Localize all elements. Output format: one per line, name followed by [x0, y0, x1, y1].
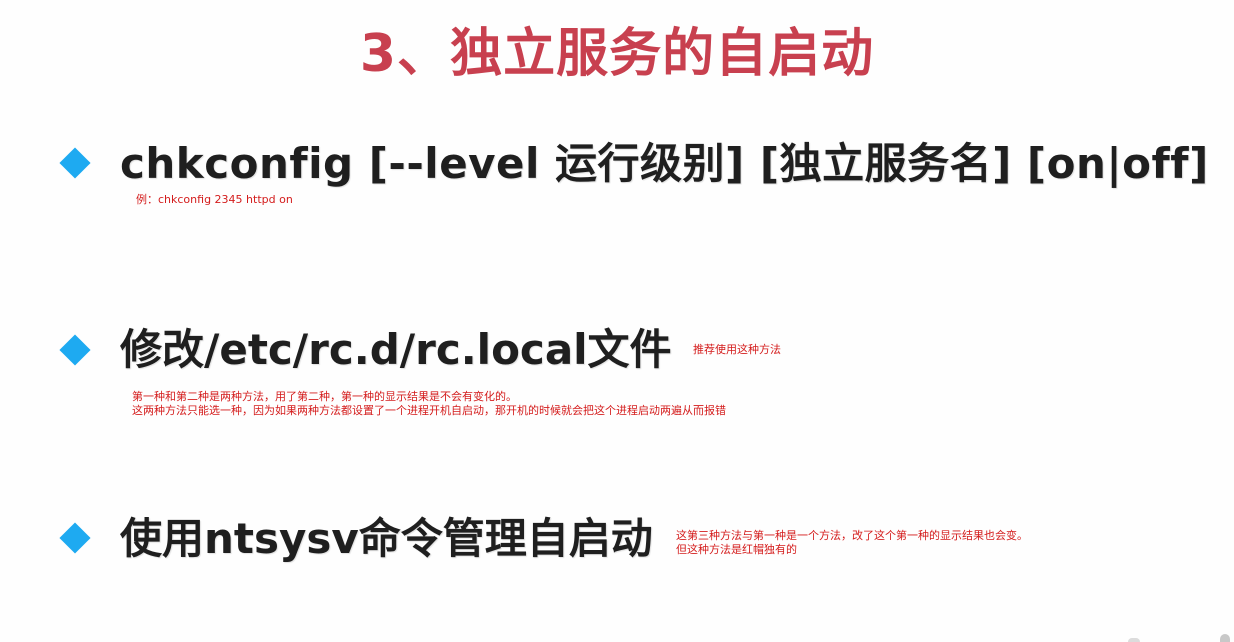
note-rc-local-line1: 第一种和第二种是两种方法，用了第二种，第一种的显示结果是不会有变化的。 [132, 390, 517, 403]
note-recommended: 推荐使用这种方法 [693, 343, 781, 356]
heading-rc-local: 修改/etc/rc.d/rc.local文件 [120, 325, 672, 374]
note-ntsysv-line1: 这第三种方法与第一种是一个方法，改了这个第一种的显示结果也会变。 [676, 529, 1028, 542]
bullet-diamond-icon [59, 522, 91, 554]
heading-chkconfig: chkconfig [--level 运行级别] [独立服务名] [on|off… [120, 139, 1209, 188]
slide: 3、独立服务的自启动 chkconfig [--level 运行级别] [独立服… [0, 0, 1234, 642]
bullet-diamond-icon [59, 334, 91, 366]
corner-decoration [1220, 634, 1230, 642]
bullet-diamond-icon [59, 147, 91, 179]
slide-title: 3、独立服务的自启动 [359, 24, 875, 84]
note-chkconfig-example: 例：chkconfig 2345 httpd on [136, 193, 293, 206]
corner-decoration [1128, 638, 1140, 642]
note-rc-local-line2: 这两种方法只能选一种，因为如果两种方法都设置了一个进程开机自启动，那开机的时候就… [132, 404, 726, 417]
heading-ntsysv: 使用ntsysv命令管理自启动 [120, 514, 653, 563]
note-ntsysv-line2: 但这种方法是红帽独有的 [676, 543, 797, 556]
